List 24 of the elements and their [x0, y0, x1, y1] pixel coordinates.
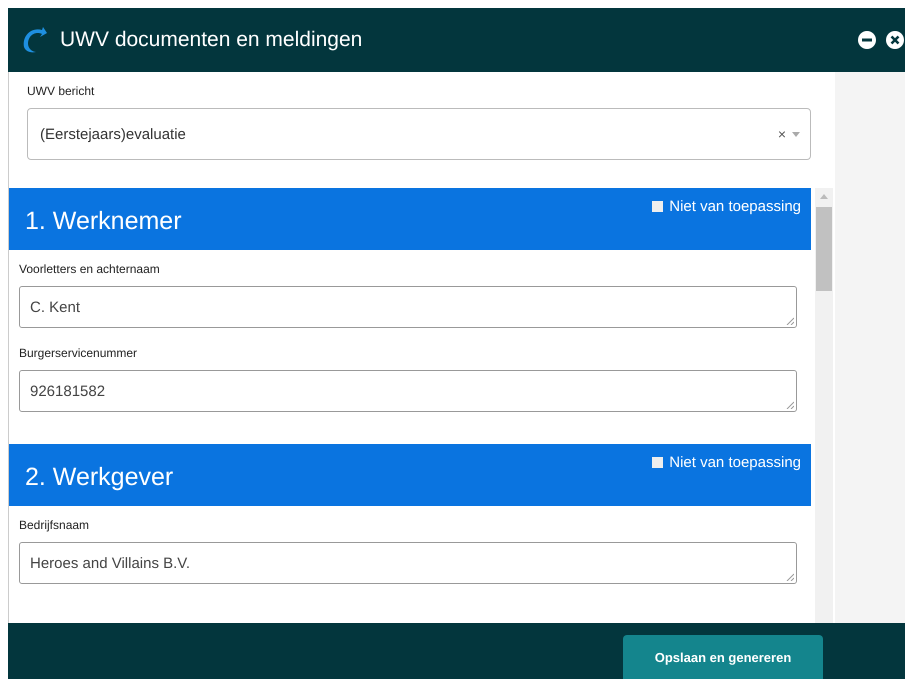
resize-grip-icon[interactable] — [786, 573, 794, 581]
text-field[interactable]: 926181582 — [19, 370, 797, 412]
field-label: UWV bericht — [27, 84, 96, 98]
minimize-icon[interactable] — [857, 30, 877, 50]
resize-grip-icon[interactable] — [786, 401, 794, 409]
text-field[interactable]: C. Kent — [19, 286, 797, 328]
field-label: Burgerservicenummer — [19, 346, 138, 360]
section-title: 2. Werkgever — [25, 463, 174, 492]
message-select[interactable]: (Eerstejaars)evaluatie × — [27, 108, 811, 160]
caret-icon — [792, 132, 800, 136]
scrollbar[interactable] — [815, 188, 833, 623]
not-applicable-checkbox[interactable]: Niet van toepassing — [652, 454, 801, 472]
scrollbar-thumb[interactable] — [816, 207, 832, 291]
field-label: Voorletters en achternaam — [19, 262, 161, 276]
resize-grip-icon[interactable] — [786, 317, 794, 325]
text-field[interactable]: Heroes and Villains B.V. — [19, 542, 797, 584]
window-title: UWV documenten en meldingen — [60, 28, 362, 52]
close-icon[interactable] — [885, 30, 905, 50]
clear-icon[interactable]: × — [778, 126, 786, 142]
field-label: Bedrijfsnaam — [19, 518, 90, 532]
not-applicable-checkbox[interactable]: Niet van toepassing — [652, 198, 801, 216]
section-title: 1. Werknemer — [25, 207, 182, 236]
save-generate-button[interactable]: Opslaan en genereren — [623, 635, 823, 679]
scroll-up-icon[interactable] — [820, 194, 828, 199]
